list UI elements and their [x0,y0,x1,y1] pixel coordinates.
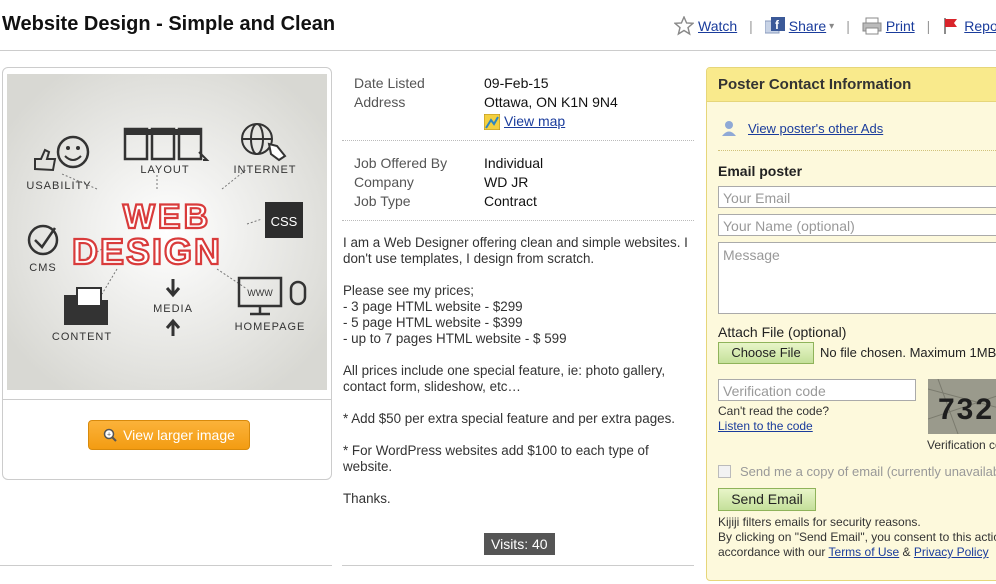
map-icon [484,113,500,130]
header-divider [0,50,996,51]
separator: | [749,18,753,34]
view-map-link[interactable]: View map [504,112,565,131]
other-ads-row: View poster's other Ads [720,119,883,137]
other-ads-link[interactable]: View poster's other Ads [748,121,883,136]
web-design-illustration: WEB DESIGN USABILITY LAYOUT INTERNET CSS… [7,74,327,390]
job-type-row: Job Type Contract [342,192,694,211]
company-value: WD JR [484,174,529,190]
send-copy-label: Send me a copy of email (currently unava… [740,464,996,479]
details-divider [342,220,694,221]
filter-note: Kijiji filters emails for security reaso… [718,515,921,529]
terms-of-use-link[interactable]: Terms of Use [829,545,900,559]
consent-links-row: accordance with our Terms of Use & Priva… [718,545,989,559]
visits-counter: Visits: 40 [484,533,555,555]
job-offered-label: Job Offered By [354,155,448,171]
facebook-share-icon: f [764,17,785,34]
captcha-text: 732 [938,393,994,426]
ad-image[interactable]: WEB DESIGN USABILITY LAYOUT INTERNET CSS… [7,74,327,390]
send-email-button[interactable]: Send Email [718,488,816,511]
company-row: Company WD JR [342,173,694,192]
captcha-image: 732 [928,379,996,434]
ampersand: & [902,545,911,559]
date-listed-row: Date Listed 09-Feb-15 [342,74,694,93]
send-copy-checkbox[interactable] [718,465,731,478]
image-word-usability: USABILITY [26,180,91,192]
company-label: Company [354,174,414,190]
star-icon [674,16,694,36]
view-map-row: View map [342,112,694,131]
view-larger-image-button[interactable]: + View larger image [88,420,250,450]
listing-details-1: Date Listed 09-Feb-15 Address Ottawa, ON… [342,74,694,131]
image-divider [3,399,331,400]
page-title: Website Design - Simple and Clean [2,13,336,35]
contact-heading: Poster Contact Information [707,68,996,102]
flag-icon [944,18,958,34]
description-paragraph: * Add $50 per extra special feature and … [343,411,676,426]
description-paragraph: All prices include one special feature, … [343,363,666,394]
image-word-design: DESIGN [72,231,222,272]
job-offered-value: Individual [484,155,544,171]
image-word-layout: LAYOUT [140,164,189,176]
watch-label[interactable]: Watch [698,18,737,34]
image-word-content: CONTENT [52,331,112,343]
share-label[interactable]: Share [789,18,826,34]
contact-divider [718,150,996,151]
image-word-css: CSS [271,214,298,229]
job-type-value: Contract [484,193,537,209]
listen-code-link[interactable]: Listen to the code [718,419,813,433]
user-icon [722,121,736,136]
description-paragraph: I am a Web Designer offering clean and s… [343,235,688,266]
consent-text: By clicking on "Send Email", you consent… [718,530,996,544]
printer-icon [862,17,882,35]
your-name-input[interactable]: Your Name (optional) [718,214,996,236]
choose-file-button[interactable]: Choose File [718,342,814,364]
print-label[interactable]: Print [886,18,915,34]
listing-details-2: Job Offered By Individual Company WD JR … [342,154,694,211]
image-word-homepage: HOMEPAGE [235,321,306,333]
address-row: Address Ottawa, ON K1N 9N4 [342,93,694,112]
your-email-input[interactable]: Your Email [718,186,996,208]
message-textarea[interactable]: Message [718,242,996,314]
privacy-policy-link[interactable]: Privacy Policy [914,545,989,559]
verification-code-input[interactable]: Verification code [718,379,916,401]
ad-description: I am a Web Designer offering clean and s… [343,235,693,523]
image-word-www: WWW [247,288,273,298]
date-listed-value: 09-Feb-15 [484,75,549,91]
chevron-down-icon: ▾ [829,20,835,32]
print-link[interactable]: Print [862,17,915,35]
send-copy-row: Send me a copy of email (currently unava… [718,464,996,479]
bottom-divider [0,565,332,566]
details-divider [342,140,694,141]
address-value: Ottawa, ON K1N 9N4 [484,94,618,110]
image-word-cms: CMS [29,262,56,274]
magnifier-icon: + [103,428,117,442]
date-listed-label: Date Listed [354,75,425,91]
watch-link[interactable]: Watch [674,16,737,36]
svg-text:+: + [107,432,111,439]
description-paragraph: Please see my prices; - 3 page HTML webs… [343,283,567,346]
image-word-media: MEDIA [153,303,193,315]
job-type-label: Job Type [354,193,411,209]
share-link[interactable]: f Share ▾ [764,17,835,35]
description-paragraph: Thanks. [343,491,391,506]
consent-text: accordance with our [718,545,826,559]
separator: | [846,18,850,34]
verification-caption: Verification code [927,438,996,452]
address-label: Address [354,94,406,110]
image-word-internet: INTERNET [234,164,297,176]
no-file-chosen-text: No file chosen. Maximum 1MB [820,345,996,360]
email-poster-heading: Email poster [718,163,803,179]
description-paragraph: * For WordPress websites add $100 to eac… [343,443,649,474]
ad-image-panel: WEB DESIGN USABILITY LAYOUT INTERNET CSS… [2,67,332,480]
report-link[interactable]: Report [942,17,996,35]
ad-actions: Watch | f Share ▾ | Print | Report [674,16,996,36]
separator: | [926,18,931,34]
cant-read-text: Can't read the code? [718,404,830,418]
poster-contact-panel: Poster Contact Information View poster's… [706,67,996,581]
job-offered-row: Job Offered By Individual [342,154,694,173]
report-label[interactable]: Report [964,18,996,34]
attach-file-label: Attach File (optional) [718,324,847,340]
bottom-divider [342,565,694,566]
view-larger-image-label: View larger image [123,427,235,443]
